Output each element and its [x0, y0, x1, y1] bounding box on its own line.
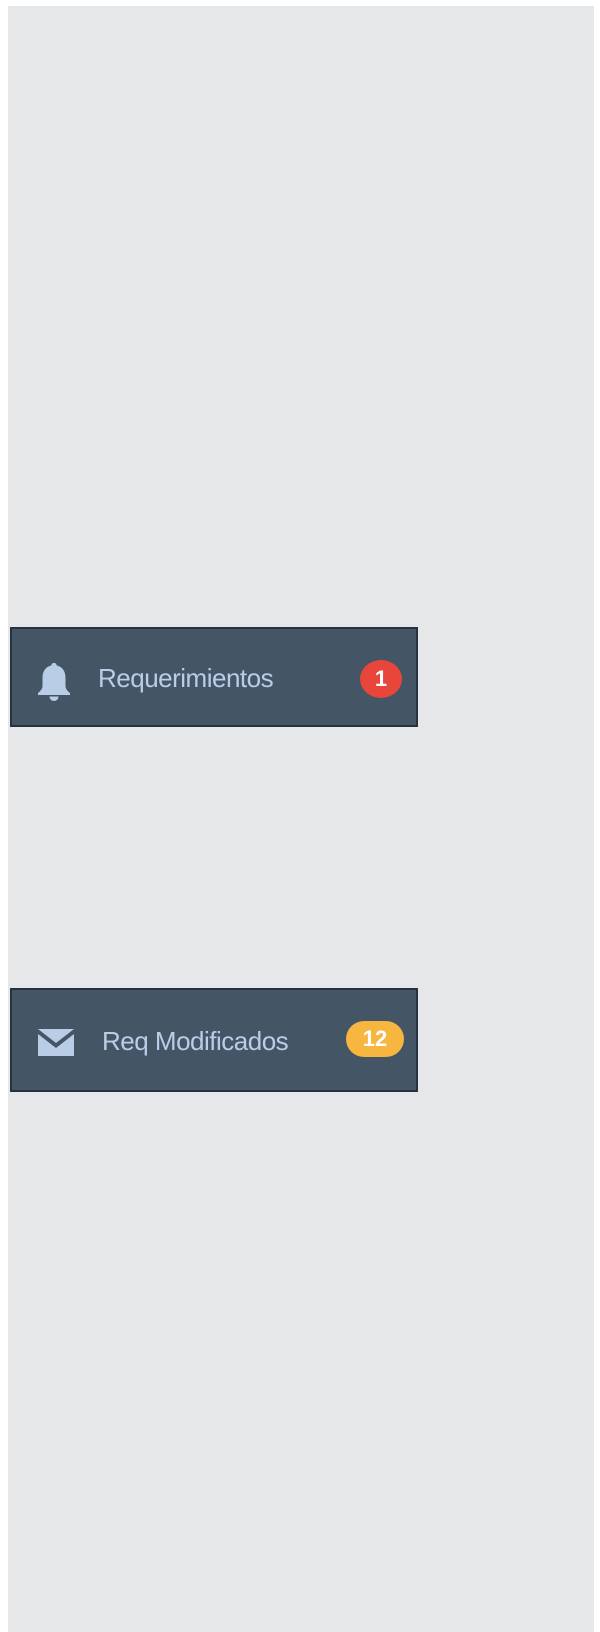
- nav-item-req-modificados[interactable]: Req Modificados 12: [10, 988, 418, 1092]
- sidebar-panel: [8, 6, 594, 1632]
- nav-item-requerimientos[interactable]: Requerimientos 1: [10, 627, 418, 727]
- bell-icon: [34, 661, 74, 701]
- nav-item-label: Req Modificados: [102, 1026, 289, 1056]
- nav-item-label: Requerimientos: [98, 663, 274, 693]
- notification-count-badge: 12: [346, 1021, 404, 1057]
- envelope-icon: [36, 1026, 76, 1058]
- notification-count-badge: 1: [360, 660, 402, 698]
